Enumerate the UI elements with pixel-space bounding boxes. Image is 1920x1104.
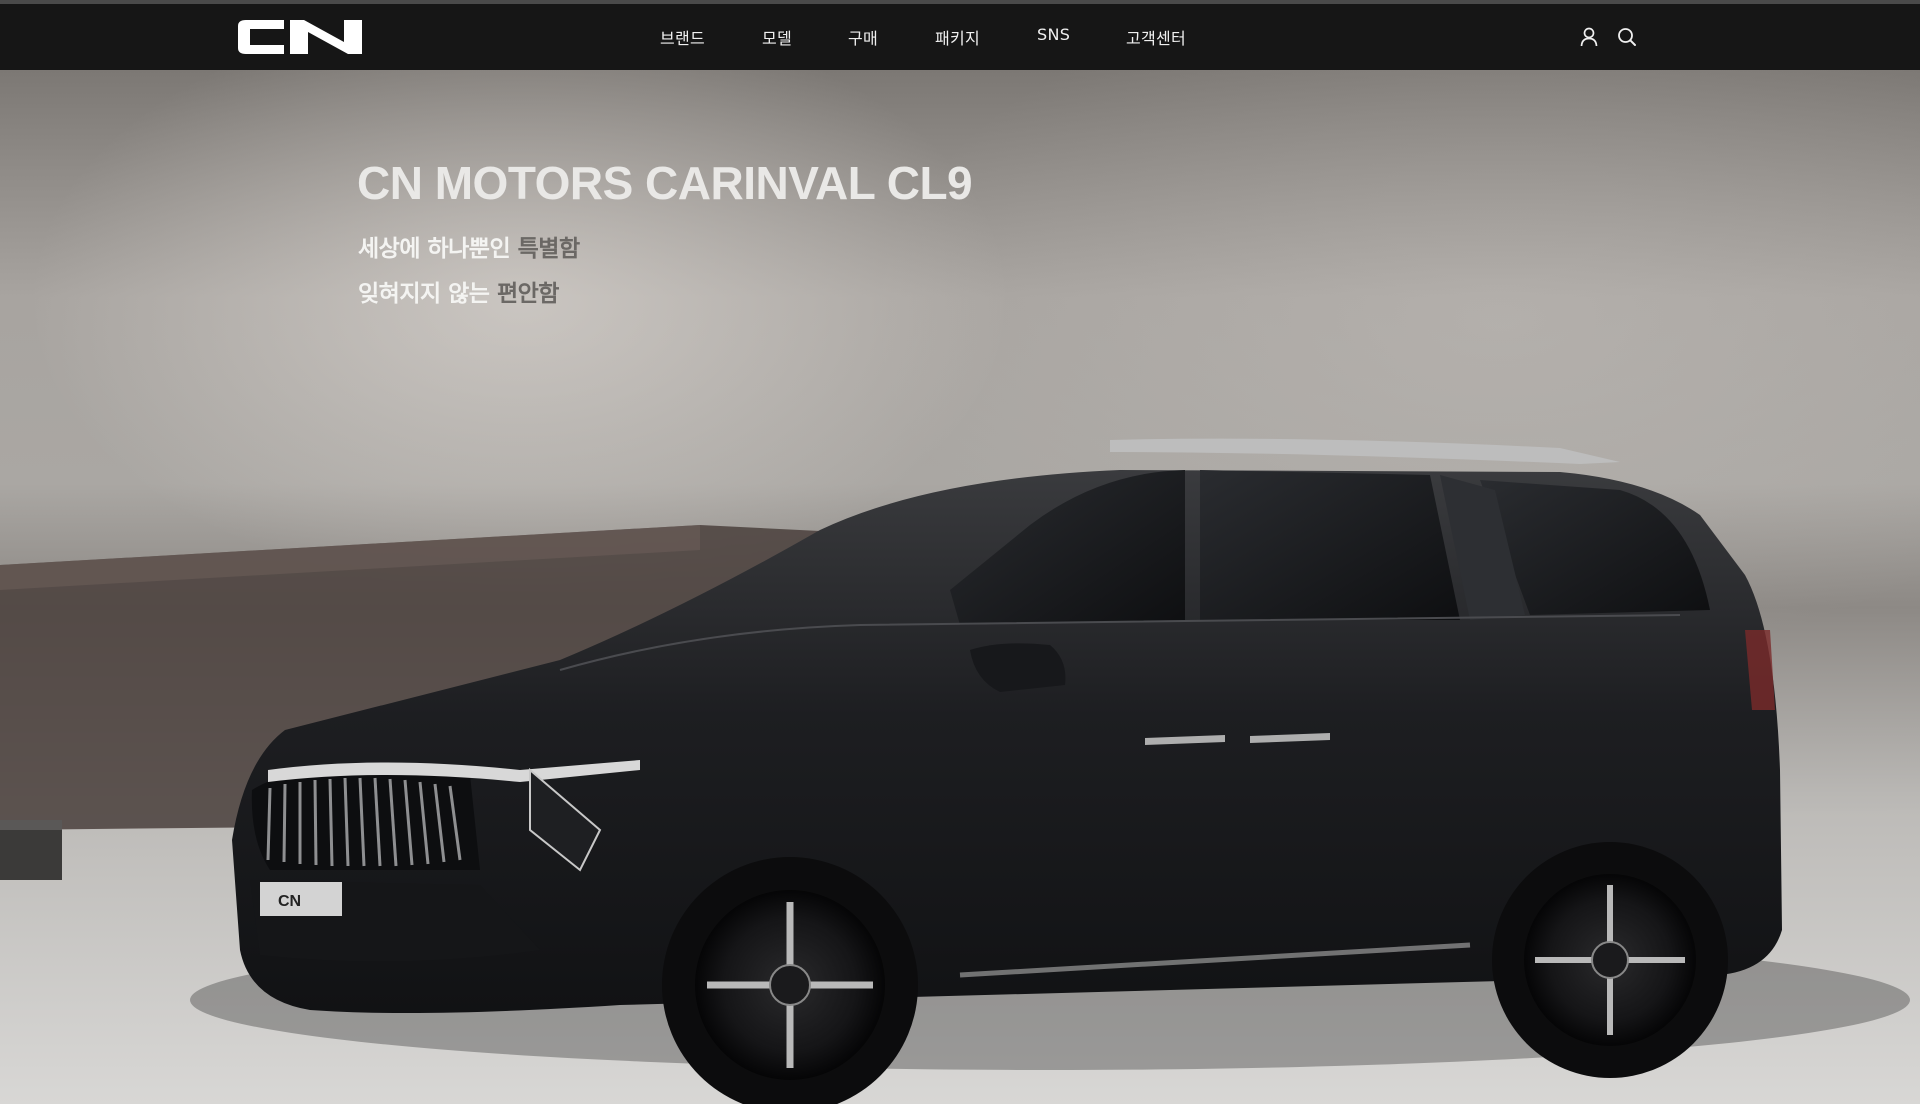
nav-item-model[interactable]: 모델 bbox=[762, 25, 792, 49]
nav-item-buy[interactable]: 구매 bbox=[848, 25, 878, 49]
hero-tagline-1: 세상에 하나뿐인 특별함 bbox=[358, 229, 580, 263]
tagline-2-accent: 편안함 bbox=[496, 281, 559, 307]
user-icon[interactable] bbox=[1578, 26, 1600, 48]
hero-tagline-2: 잊혀지지 않는 편안함 bbox=[358, 274, 559, 308]
hero-image: CN bbox=[0, 438, 1920, 1104]
nav-item-support[interactable]: 고객센터 bbox=[1126, 25, 1186, 49]
rear-wheel bbox=[1492, 842, 1728, 1078]
navbar: CN 브랜드 모델 구매 패키지 SNS 고객센터 bbox=[0, 4, 1920, 70]
front-wheel bbox=[662, 857, 918, 1104]
tagline-1-accent: 특별함 bbox=[517, 236, 580, 262]
nav-item-sns[interactable]: SNS bbox=[1037, 25, 1070, 44]
tagline-1-text: 세상에 하나뿐인 bbox=[358, 236, 518, 262]
nav-item-brand[interactable]: 브랜드 bbox=[660, 25, 705, 49]
hero-title: CN MOTORS CARINVAL CL9 bbox=[357, 157, 973, 209]
car-badge-text: CN bbox=[278, 893, 301, 910]
tagline-2-text: 잊혀지지 않는 bbox=[358, 281, 497, 307]
hero-section: CN CN MOTORS CARINVAL CL9 세상에 하나뿐인 특별함 잊… bbox=[0, 70, 1920, 1104]
nav-item-package[interactable]: 패키지 bbox=[935, 25, 980, 49]
search-icon[interactable] bbox=[1616, 26, 1638, 48]
